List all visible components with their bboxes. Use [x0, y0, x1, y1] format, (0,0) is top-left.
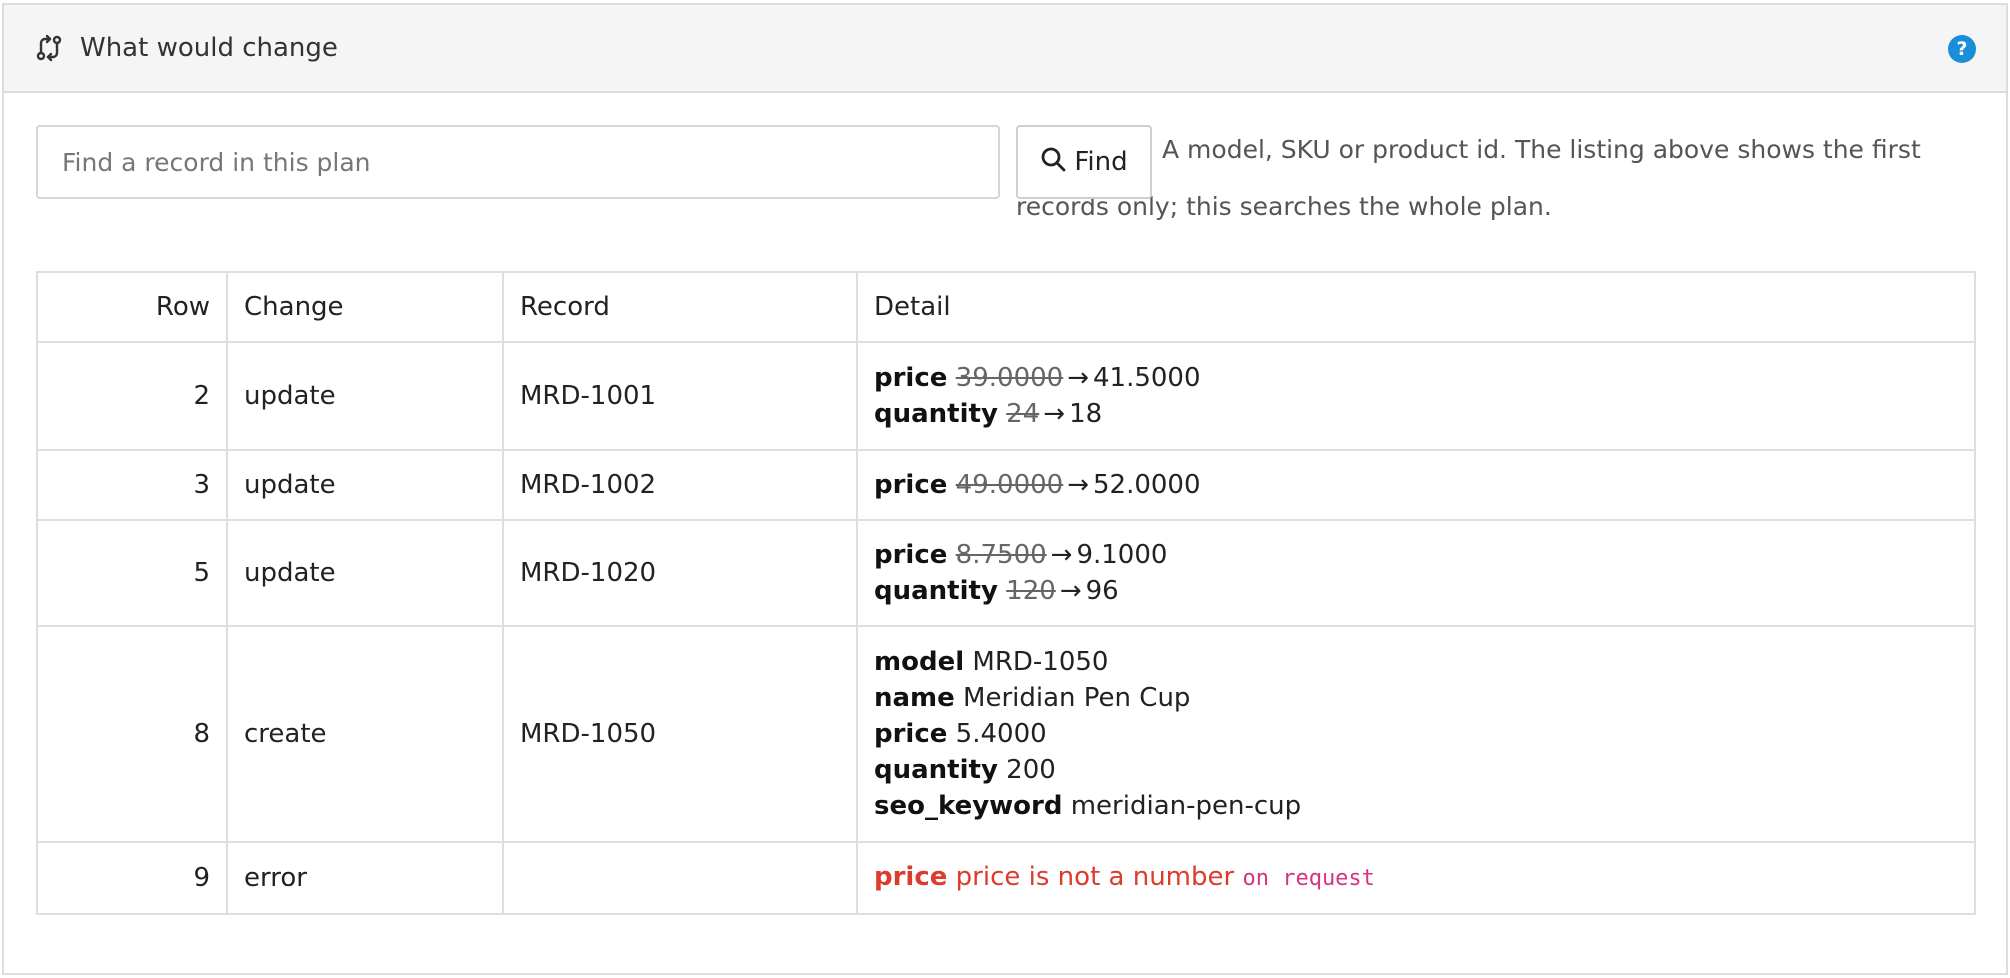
detail-cell: price 49.0000 → 52.0000 — [856, 449, 1976, 521]
row-number: 3 — [36, 449, 228, 521]
record-id: MRD-1001 — [502, 341, 858, 451]
change-type: update — [226, 341, 504, 451]
change-type: create — [226, 625, 504, 843]
field-value: meridian-pen-cup — [1070, 791, 1302, 821]
new-value: 52.0000 — [1093, 470, 1201, 500]
column-header-change: Change — [226, 271, 504, 343]
detail-line: price 5.4000 — [874, 716, 1958, 752]
new-value: 9.1000 — [1076, 540, 1168, 570]
record-id: MRD-1002 — [502, 449, 858, 521]
error-context: on request — [1242, 866, 1375, 891]
panel-title: What would change — [80, 33, 338, 63]
detail-field: quantity — [874, 755, 998, 785]
panel-body: A model, SKU or product id. The listing … — [4, 93, 2006, 915]
old-value: 49.0000 — [955, 470, 1064, 500]
change-type: update — [226, 519, 504, 627]
detail-line: price 49.0000 → 52.0000 — [874, 467, 1958, 503]
old-value: 39.0000 — [955, 363, 1064, 393]
column-header-record: Record — [502, 271, 858, 343]
old-value: 120 — [1006, 576, 1056, 606]
arrow-right-icon: → — [1043, 399, 1066, 429]
detail-line: price 39.0000 → 41.5000 — [874, 360, 1958, 396]
changes-table: Row Change Record Detail 2 update MRD-10… — [36, 271, 1976, 915]
table-row: 2 update MRD-1001 price 39.0000 → 41.5000 … — [36, 341, 1976, 451]
find-button[interactable]: Find — [1016, 125, 1152, 199]
field-value: 200 — [1006, 755, 1056, 785]
detail-line: quantity 24 → 18 — [874, 396, 1958, 432]
table-header-row: Row Change Record Detail — [36, 271, 1976, 343]
detail-field: price — [874, 363, 948, 393]
new-value: 96 — [1085, 576, 1119, 606]
detail-cell: price 39.0000 → 41.5000 quantity 24 → 18 — [856, 341, 1976, 451]
column-header-row: Row — [36, 271, 228, 343]
field-value: MRD-1050 — [972, 647, 1109, 677]
detail-line: name Meridian Pen Cup — [874, 680, 1958, 716]
detail-field: model — [874, 647, 965, 677]
new-value: 41.5000 — [1093, 363, 1201, 393]
old-value: 8.7500 — [955, 540, 1047, 570]
table-row: 3 update MRD-1002 price 49.0000 → 52.0000 — [36, 449, 1976, 521]
detail-line: price 8.7500 → 9.1000 — [874, 537, 1958, 573]
search-icon — [1040, 146, 1066, 179]
detail-field: name — [874, 683, 955, 713]
detail-cell: price 8.7500 → 9.1000 quantity 120 → 96 — [856, 519, 1976, 627]
table-row: 5 update MRD-1020 price 8.7500 → 9.1000 qu… — [36, 519, 1976, 627]
search-help-text: A model, SKU or product id. The listing … — [1016, 135, 1921, 221]
detail-field: seo_keyword — [874, 791, 1063, 821]
detail-field: price — [874, 470, 948, 500]
search-input[interactable] — [36, 125, 1000, 199]
row-number: 8 — [36, 625, 228, 843]
detail-line: quantity 120 → 96 — [874, 573, 1958, 609]
compare-arrows-icon — [34, 33, 64, 63]
changes-panel: What would change ? A model, SKU or prod… — [2, 3, 2008, 975]
change-type: error — [226, 841, 504, 915]
row-number: 9 — [36, 841, 228, 915]
column-header-detail: Detail — [856, 271, 1976, 343]
find-button-label: Find — [1074, 147, 1128, 177]
panel-header: What would change ? — [4, 5, 2006, 93]
record-id: MRD-1020 — [502, 519, 858, 627]
change-type: update — [226, 449, 504, 521]
detail-line: seo_keyword meridian-pen-cup — [874, 788, 1958, 824]
detail-field: quantity — [874, 399, 998, 429]
arrow-right-icon: → — [1050, 540, 1073, 570]
detail-field: price — [874, 719, 948, 749]
record-id — [502, 841, 858, 915]
record-id: MRD-1050 — [502, 625, 858, 843]
detail-field: price — [874, 540, 948, 570]
table-row: 8 create MRD-1050 model MRD-1050 name Me… — [36, 625, 1976, 843]
detail-cell: price price is not a number on request — [856, 841, 1976, 915]
error-line: price price is not a number on request — [874, 859, 1958, 897]
new-value: 18 — [1069, 399, 1103, 429]
arrow-right-icon: → — [1067, 470, 1089, 500]
arrow-right-icon: → — [1059, 576, 1082, 606]
field-value: Meridian Pen Cup — [963, 683, 1191, 713]
detail-cell: model MRD-1050 name Meridian Pen Cup pri… — [856, 625, 1976, 843]
field-value: 5.4000 — [955, 719, 1047, 749]
search-row: A model, SKU or product id. The listing … — [36, 125, 1974, 265]
detail-line: model MRD-1050 — [874, 644, 1958, 680]
error-message: price is not a number — [955, 862, 1235, 892]
detail-field: quantity — [874, 576, 998, 606]
row-number: 2 — [36, 341, 228, 451]
error-field: price — [874, 862, 948, 892]
help-circle-icon[interactable]: ? — [1948, 35, 1976, 63]
table-row: 9 error price price is not a number on r… — [36, 841, 1976, 915]
arrow-right-icon: → — [1067, 363, 1089, 393]
row-number: 5 — [36, 519, 228, 627]
detail-line: quantity 200 — [874, 752, 1958, 788]
old-value: 24 — [1006, 399, 1040, 429]
